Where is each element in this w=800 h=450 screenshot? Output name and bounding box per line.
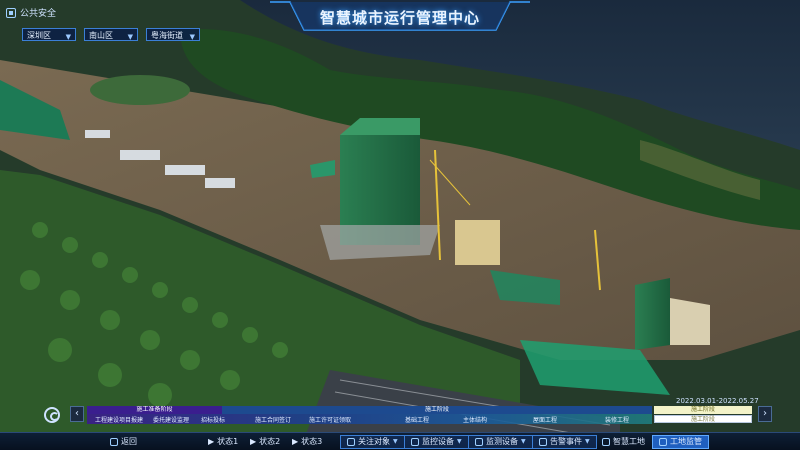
legend-pending: 施工阶段 <box>654 415 752 423</box>
timeline-next-button[interactable]: › <box>758 406 772 422</box>
subdistrict-select-value: 南山区 <box>89 31 113 40</box>
module-label[interactable]: 公共安全 <box>6 6 56 19</box>
street-select-value: 粤海街道 <box>151 31 183 40</box>
phase-construction: 施工阶段 <box>222 406 652 414</box>
phase-preparation: 施工准备阶段 <box>87 406 222 414</box>
region-filters: 深圳区 ▼ 南山区 ▼ 粤海街道 ▼ <box>22 28 200 41</box>
monitor-devices-button[interactable]: 监控设备 ▼ <box>404 435 469 449</box>
timeline-stage[interactable]: 屋面工程 <box>533 415 557 424</box>
shield-icon <box>6 7 16 18</box>
monitor-devices-label: 监控设备 <box>422 437 454 446</box>
construction-site-3d-scene[interactable] <box>0 0 800 450</box>
shield-check-icon <box>659 438 667 446</box>
caret-down-icon: ▼ <box>457 438 462 445</box>
timeline-stage[interactable]: 主体结构 <box>463 415 487 424</box>
caret-down-icon: ▼ <box>521 438 526 445</box>
caret-down-icon: ▼ <box>189 33 195 41</box>
back-label: 返回 <box>121 437 137 446</box>
timeline-prev-button[interactable]: ‹ <box>70 406 84 422</box>
replay-icon[interactable] <box>44 407 60 423</box>
timeline-stage[interactable]: 招标投标 <box>201 415 225 424</box>
module-label-text: 公共安全 <box>20 9 57 19</box>
timeline-stage[interactable]: 工程建设项目报建 <box>95 415 143 424</box>
caret-down-icon: ▼ <box>585 438 590 445</box>
smart-site-button[interactable]: 智慧工地 <box>602 435 645 449</box>
focus-objects-label: 关注对象 <box>358 437 390 446</box>
state3-label: 状态3 <box>301 437 323 446</box>
page-title: 智慧城市运行管理中心 <box>319 9 480 27</box>
back-icon <box>110 438 118 446</box>
timeline-stage[interactable]: 基础工程 <box>405 415 429 424</box>
alarm-events-label: 告警事件 <box>550 437 582 446</box>
timeline-legend: 施工阶段 施工阶段 <box>654 406 752 424</box>
state1-button[interactable]: ▶ 状态1 <box>208 435 238 449</box>
timeline-stage[interactable]: 施工合同签订 <box>255 415 291 424</box>
timeline-date-range: 2022.03.01-2022.05.27 <box>676 397 759 405</box>
play-icon: ▶ <box>250 437 257 446</box>
target-icon <box>347 438 355 446</box>
district-select-value: 深圳区 <box>27 31 51 40</box>
state3-button[interactable]: ▶ 状态3 <box>292 435 322 449</box>
state2-label: 状态2 <box>259 437 281 446</box>
timeline-stages: 工程建设项目报建 委托建设监理 招标投标 施工合同签订 施工许可证领取 基础工程… <box>87 415 752 424</box>
focus-objects-button[interactable]: 关注对象 ▼ <box>340 435 405 449</box>
site-supervision-button[interactable]: 工地监管 <box>652 435 709 449</box>
bottom-toolbar: 返回 ▶ 状态1 ▶ 状态2 ▶ 状态3 关注对象 ▼ 监控设备 ▼ 监测设备 … <box>0 432 800 450</box>
building-icon <box>602 438 610 446</box>
state2-button[interactable]: ▶ 状态2 <box>250 435 280 449</box>
timeline-phases: 施工准备阶段 施工阶段 <box>87 406 752 414</box>
play-icon: ▶ <box>208 437 215 446</box>
sensor-icon <box>475 438 483 446</box>
alarm-icon <box>539 438 547 446</box>
camera-icon <box>411 438 419 446</box>
subdistrict-select[interactable]: 南山区 ▼ <box>84 28 138 41</box>
state1-label: 状态1 <box>217 437 239 446</box>
sensing-devices-label: 监测设备 <box>486 437 518 446</box>
caret-down-icon: ▼ <box>65 33 71 41</box>
timeline-stage[interactable]: 装修工程 <box>605 415 629 424</box>
alarm-events-button[interactable]: 告警事件 ▼ <box>532 435 597 449</box>
play-icon: ▶ <box>292 437 299 446</box>
sensing-devices-button[interactable]: 监测设备 ▼ <box>468 435 533 449</box>
caret-down-icon: ▼ <box>393 438 398 445</box>
district-select[interactable]: 深圳区 ▼ <box>22 28 76 41</box>
timeline-stage[interactable]: 委托建设监理 <box>153 415 189 424</box>
smart-site-label: 智慧工地 <box>613 437 645 446</box>
timeline-stage[interactable]: 施工许可证领取 <box>309 415 351 424</box>
street-select[interactable]: 粤海街道 ▼ <box>146 28 200 41</box>
site-supervision-label: 工地监管 <box>670 437 702 446</box>
caret-down-icon: ▼ <box>127 33 133 41</box>
legend-completed: 施工阶段 <box>654 406 752 414</box>
back-button[interactable]: 返回 <box>110 435 137 449</box>
title-banner: 智慧城市运行管理中心 <box>270 0 530 34</box>
